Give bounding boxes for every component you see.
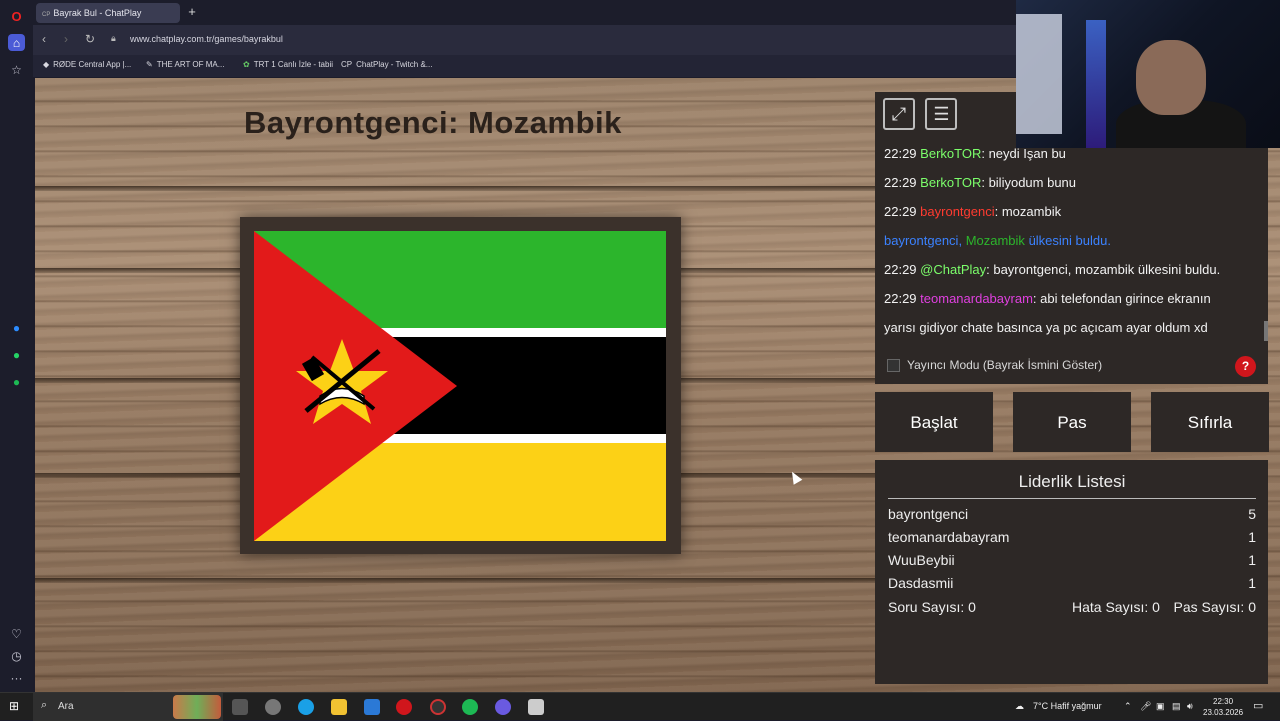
leaderboard-title: Liderlik Listesi bbox=[888, 472, 1256, 499]
new-tab-button[interactable]: + bbox=[185, 4, 199, 20]
taskbar-search[interactable]: ⌕ Ara bbox=[33, 693, 223, 721]
clock-time: 22:30 bbox=[1213, 697, 1234, 706]
whatsapp-icon[interactable]: ● bbox=[8, 346, 25, 363]
reload-icon[interactable]: ↻ bbox=[85, 32, 95, 46]
weather-text[interactable]: 7°C Hafif yağmur bbox=[1033, 701, 1102, 711]
address-bar: ‹ › ↻ 🔒︎ www.chatplay.com.tr/games/bayra… bbox=[33, 25, 1016, 55]
snipping-icon[interactable] bbox=[528, 699, 544, 715]
tab-title: Bayrak Bul - ChatPlay bbox=[53, 8, 142, 18]
bookmark-star-icon[interactable]: ☆ bbox=[8, 61, 25, 78]
chat-line: 22:29 BerkoTOR: neydi Işan bu bbox=[884, 146, 1066, 161]
spotify-taskbar-icon[interactable] bbox=[462, 699, 478, 715]
help-button[interactable]: ? bbox=[1235, 356, 1256, 377]
browser-sidebar: O ⌂ ☆ ● ● ● ♡ ◷ ··· bbox=[0, 0, 33, 692]
messenger-icon[interactable]: ● bbox=[8, 319, 25, 336]
tray-chevron-icon[interactable]: ⌃ bbox=[1124, 701, 1132, 712]
obs-icon[interactable] bbox=[430, 699, 446, 715]
tab-favicon: CP bbox=[42, 12, 51, 18]
clock-date: 23.03.2026 bbox=[1203, 708, 1244, 717]
chat-line: 22:29 BerkoTOR: biliyodum bunu bbox=[884, 175, 1077, 190]
start-button[interactable]: Başlat bbox=[875, 392, 993, 452]
game-panel: ⤢ ☰ 22:29 BerkoTOR: neydi Işan bu 22:29 … bbox=[875, 92, 1269, 692]
bookmark-trt[interactable]: ✿ TRT 1 Canlı İzle - tabii bbox=[243, 60, 333, 69]
heart-icon[interactable]: ♡ bbox=[8, 625, 25, 642]
pass-count: Pas Sayısı: 0 bbox=[1173, 599, 1256, 615]
mic-icon[interactable]: 🎤︎ bbox=[1140, 701, 1151, 712]
pass-button[interactable]: Pas bbox=[1013, 392, 1131, 452]
taskbar: ⊞ ⌕ Ara ☁ 7°C Hafif yağmur ⌃ 🎤︎ ▣ ▤ 🔊︎ 2… bbox=[0, 692, 1280, 721]
streamer-mode-checkbox[interactable] bbox=[887, 359, 900, 372]
question-count: Soru Sayısı: 0 bbox=[888, 599, 976, 615]
search-highlight-image bbox=[173, 695, 221, 719]
taskbar-clock[interactable]: 22:30 23.03.2026 bbox=[1203, 696, 1243, 718]
leaderboard-row: WuuBeybii 1 bbox=[888, 552, 1256, 568]
windows-start-icon[interactable]: ⊞ bbox=[9, 700, 22, 713]
weather-icon[interactable]: ☁ bbox=[1015, 701, 1024, 712]
chat-line: 22:29 @ChatPlay: bayrontgenci, mozambik … bbox=[884, 262, 1221, 277]
streamer-mode-row: Yayıncı Modu (Bayrak İsmini Göster) ? bbox=[875, 350, 1268, 384]
flag-image bbox=[254, 231, 666, 541]
notifications-icon[interactable]: ▭ bbox=[1253, 699, 1263, 712]
search-icon: ⌕ bbox=[41, 699, 48, 711]
tab-bayrak-bul[interactable]: CP Bayrak Bul - ChatPlay bbox=[36, 3, 180, 23]
leaderboard-row: Dasdasmii 1 bbox=[888, 575, 1256, 591]
spotify-icon[interactable]: ● bbox=[8, 373, 25, 390]
streamer-mode-label: Yayıncı Modu (Bayrak İsmini Göster) bbox=[907, 358, 1103, 372]
chat-line: 22:29 bayrontgenci: mozambik bbox=[884, 204, 1062, 219]
volume-icon[interactable]: 🔊︎ bbox=[1187, 701, 1193, 712]
bookmarks-bar: ◆ RØDE Central App |... ✎ THE ART OF MA...… bbox=[33, 55, 1016, 77]
leaderboard: Liderlik Listesi bayrontgenci 5 teomanard… bbox=[875, 460, 1268, 684]
fullscreen-icon[interactable]: ⤢ bbox=[883, 98, 915, 130]
flag-frame bbox=[240, 217, 681, 554]
file-explorer-icon[interactable] bbox=[331, 699, 347, 715]
bookmark-art[interactable]: ✎ THE ART OF MA... bbox=[146, 60, 224, 69]
leaderboard-row: teomanardabayram 1 bbox=[888, 529, 1256, 545]
history-icon[interactable]: ◷ bbox=[8, 647, 25, 664]
network-icon[interactable]: ▤ bbox=[1172, 701, 1181, 712]
back-icon[interactable]: ‹ bbox=[42, 32, 46, 46]
page-title: Bayrontgenci: Mozambik bbox=[244, 105, 622, 140]
reset-button[interactable]: Sıfırla bbox=[1151, 392, 1269, 452]
chrome-icon[interactable] bbox=[265, 699, 281, 715]
webcam-overlay bbox=[1016, 0, 1280, 148]
task-view-icon[interactable] bbox=[232, 699, 248, 715]
mail-icon[interactable] bbox=[364, 699, 380, 715]
chat-scrollbar[interactable] bbox=[1264, 321, 1268, 341]
edge-icon[interactable] bbox=[298, 699, 314, 715]
bookmark-rode[interactable]: ◆ RØDE Central App |... bbox=[43, 60, 131, 69]
more-icon[interactable]: ··· bbox=[8, 669, 25, 686]
opera-logo-icon[interactable]: O bbox=[8, 8, 25, 25]
leaderboard-row: bayrontgenci 5 bbox=[888, 506, 1256, 522]
chat-line: 22:29 teomanardabayram: abi telefondan g… bbox=[884, 291, 1211, 306]
tray-app-icon[interactable]: ▣ bbox=[1156, 701, 1165, 712]
document-icon[interactable]: ☰ bbox=[925, 98, 958, 130]
chat-messages: 22:29 BerkoTOR: neydi Işan bu 22:29 Berk… bbox=[884, 146, 1260, 349]
lock-icon: 🔒︎ bbox=[111, 33, 116, 43]
chat-line-continued: yarısı gidiyor chate basınca ya pc açıca… bbox=[884, 320, 1208, 335]
chat-announcement: bayrontgenci, Mozambik ülkesini buldu. bbox=[884, 233, 1111, 248]
error-count: Hata Sayısı: 0 bbox=[1072, 599, 1160, 615]
bookmark-chatplay[interactable]: CP ChatPlay - Twitch &... bbox=[341, 60, 432, 69]
home-icon[interactable]: ⌂ bbox=[8, 34, 25, 51]
app-icon[interactable] bbox=[495, 699, 511, 715]
search-placeholder: Ara bbox=[58, 701, 74, 712]
forward-icon[interactable]: › bbox=[64, 32, 68, 46]
url-field[interactable]: www.chatplay.com.tr/games/bayrakbul bbox=[130, 34, 283, 44]
opera-icon[interactable] bbox=[396, 699, 412, 715]
